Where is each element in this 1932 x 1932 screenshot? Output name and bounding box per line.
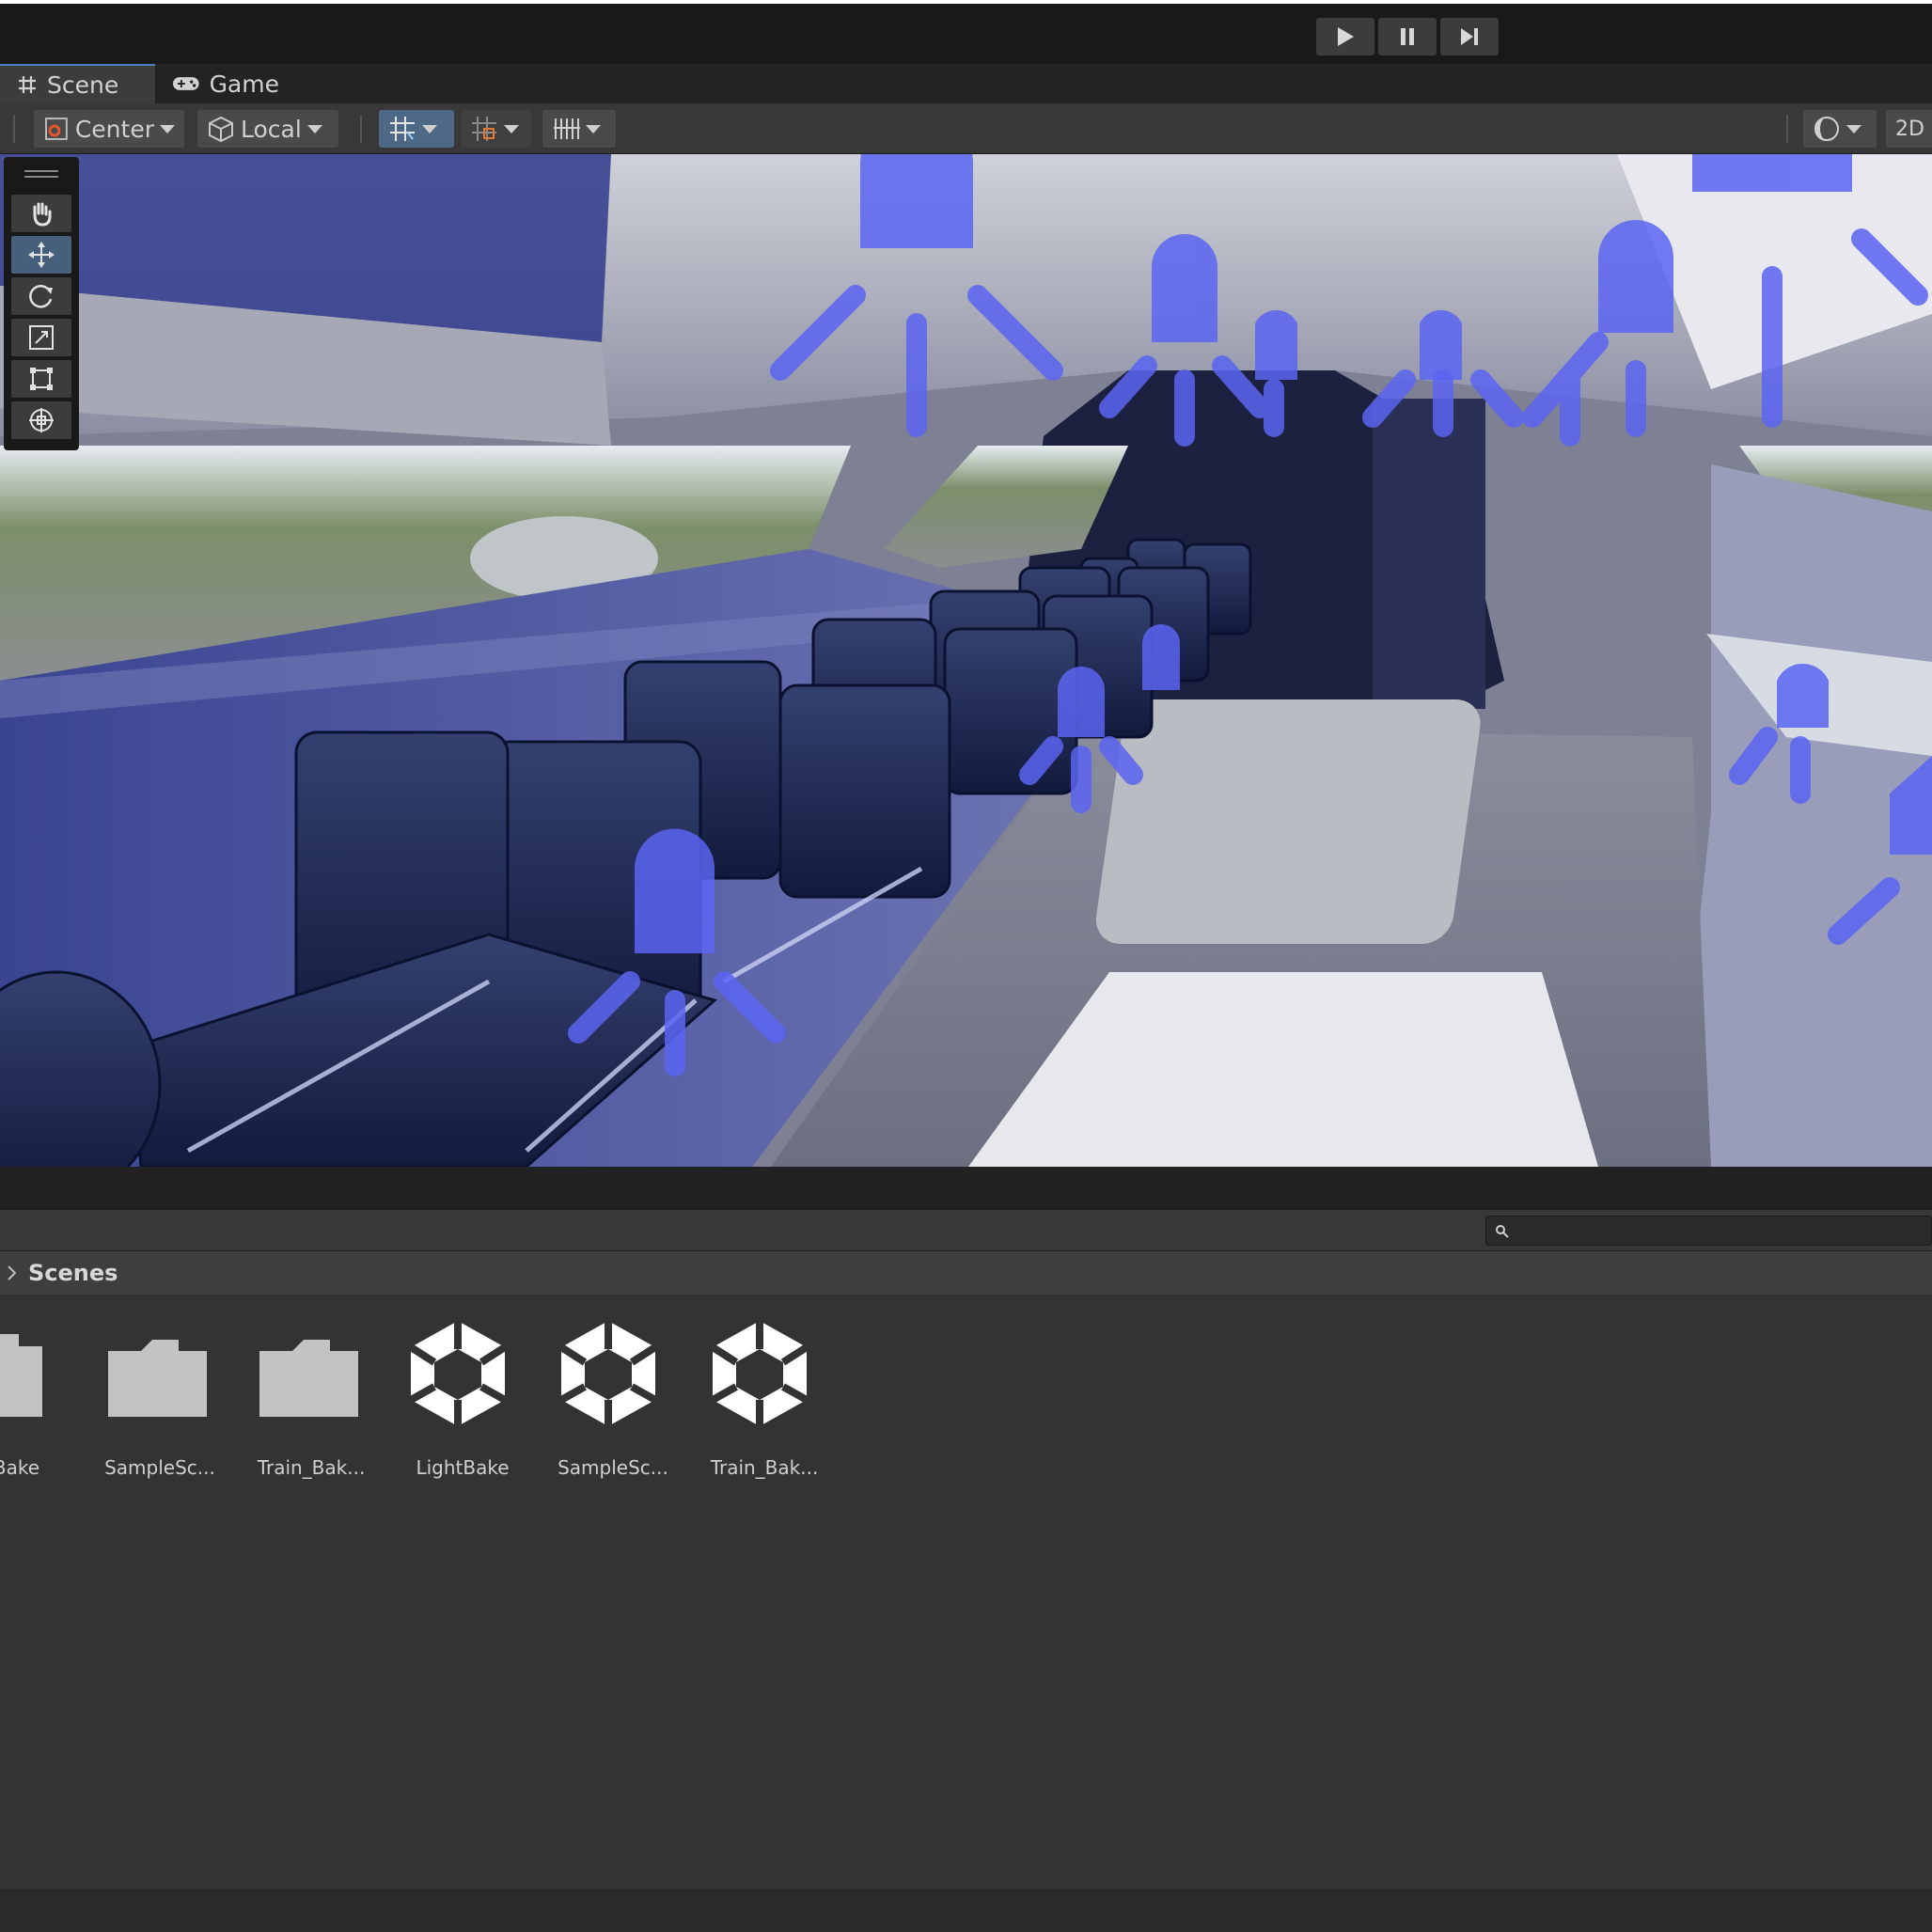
rect-tool-icon — [30, 368, 53, 390]
status-bar — [0, 1889, 1932, 1932]
scene-tool-palette — [4, 157, 79, 450]
panel-divider — [0, 1167, 1932, 1210]
grid-snap-toggle[interactable] — [379, 110, 454, 148]
asset-label: LightBake — [416, 1456, 510, 1479]
play-icon — [1338, 27, 1354, 46]
tab-scene-label: Scene — [47, 71, 119, 99]
asset-item-scene[interactable]: SampleSc... — [538, 1313, 679, 1479]
search-field[interactable] — [1485, 1216, 1932, 1247]
scene-viewport[interactable] — [0, 154, 1932, 1167]
asset-label: Train_Bak... — [257, 1456, 366, 1479]
asset-label: Train_Bak... — [710, 1456, 819, 1479]
breadcrumb: Scenes — [0, 1251, 1932, 1295]
shading-sphere-icon — [1814, 117, 1839, 141]
chevron-down-icon — [422, 124, 437, 134]
unity-scene-icon — [408, 1321, 508, 1426]
tab-game[interactable]: Game — [155, 64, 296, 103]
hand-tool-button[interactable] — [11, 195, 71, 232]
tab-scene[interactable]: Scene — [0, 64, 155, 103]
hand-tool-icon — [33, 202, 52, 227]
asset-grid: tBake SampleSc... Train_Bak... LightBake… — [0, 1295, 1932, 1889]
pause-icon — [1401, 28, 1414, 45]
tab-strip: Scene Game — [0, 64, 1932, 103]
chevron-down-icon — [504, 124, 519, 134]
shading-mode-dropdown[interactable] — [1803, 110, 1877, 148]
pivot-center-dropdown[interactable]: Center — [34, 110, 184, 148]
search-icon — [1496, 1225, 1509, 1238]
gamepad-icon — [172, 77, 199, 90]
mode-2d-toggle[interactable]: 2D — [1886, 110, 1932, 148]
play-button[interactable] — [1316, 18, 1374, 55]
pause-button[interactable] — [1378, 18, 1437, 55]
cube-icon — [209, 116, 233, 143]
folder-icon — [259, 1340, 358, 1417]
chevron-down-icon — [306, 124, 322, 134]
asset-item-scene[interactable]: Train_Bak... — [689, 1313, 830, 1479]
breadcrumb-scenes[interactable]: Scenes — [28, 1260, 118, 1286]
pivot-icon — [44, 118, 68, 140]
rotate-tool-button[interactable] — [11, 277, 71, 315]
toolbar-divider — [360, 115, 362, 143]
folder-icon — [108, 1340, 207, 1417]
asset-item-folder[interactable]: Train_Bak... — [236, 1313, 377, 1479]
unity-scene-icon — [558, 1321, 658, 1426]
move-tool-button[interactable] — [11, 236, 71, 274]
palette-grip-line — [24, 176, 58, 178]
grid-visibility-dropdown[interactable] — [542, 110, 616, 148]
scale-tool-icon — [29, 325, 54, 350]
chevron-down-icon — [586, 124, 601, 134]
space-label: Local — [241, 115, 302, 143]
toolbar-divider — [1786, 115, 1788, 143]
grid-visibility-icon — [554, 118, 580, 139]
search-input[interactable] — [1516, 1217, 1915, 1247]
toolbar-grip — [13, 115, 15, 143]
chevron-down-icon — [160, 124, 175, 134]
increment-snap-icon — [472, 117, 496, 141]
asset-item-folder[interactable]: tBake — [0, 1313, 52, 1479]
transform-tool-button[interactable] — [11, 401, 71, 439]
scale-tool-button[interactable] — [11, 319, 71, 356]
scene-toolbar: Center Local 2D — [0, 103, 1932, 154]
asset-label: SampleSc... — [104, 1456, 215, 1479]
transform-tool-icon — [29, 408, 54, 432]
asset-label: SampleSc... — [558, 1456, 668, 1479]
playback-controls — [1316, 18, 1499, 55]
move-tool-icon — [28, 242, 55, 268]
asset-item-scene[interactable]: LightBake — [387, 1313, 528, 1479]
top-toolbar — [0, 0, 1932, 64]
grid-hash-icon — [19, 76, 36, 93]
step-button[interactable] — [1440, 18, 1499, 55]
train-interior-render — [0, 154, 1932, 1167]
folder-icon — [0, 1334, 42, 1417]
palette-grip[interactable] — [24, 170, 58, 172]
chevron-down-icon — [1846, 124, 1861, 134]
grid-snap-icon — [390, 117, 415, 141]
asset-item-folder[interactable]: SampleSc... — [85, 1313, 226, 1479]
rect-tool-button[interactable] — [11, 360, 71, 398]
unity-scene-icon — [710, 1321, 809, 1426]
increment-snap-toggle[interactable] — [461, 110, 531, 148]
space-local-dropdown[interactable]: Local — [197, 110, 338, 148]
step-icon — [1461, 28, 1478, 45]
tab-game-label: Game — [209, 70, 279, 98]
pivot-label: Center — [74, 115, 154, 143]
mode-2d-label: 2D — [1895, 117, 1924, 141]
project-toolbar — [0, 1210, 1932, 1251]
chevron-right-icon[interactable] — [6, 1264, 19, 1282]
rotate-tool-icon — [29, 285, 53, 308]
